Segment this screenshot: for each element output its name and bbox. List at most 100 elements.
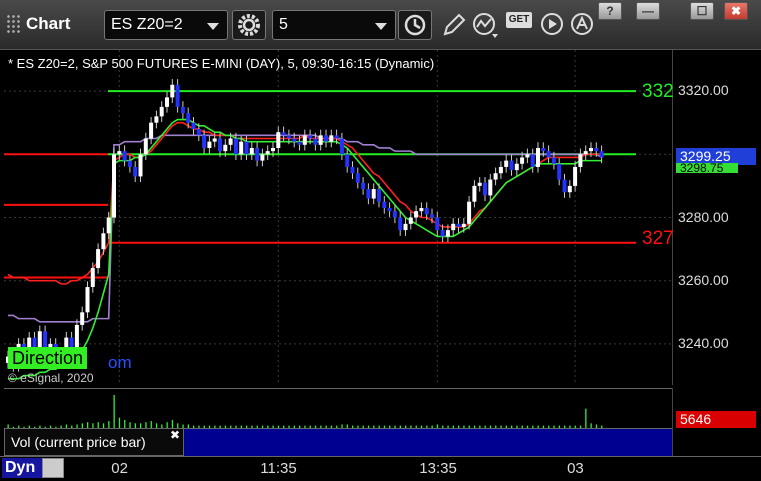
candle-body xyxy=(398,217,403,231)
candle-body xyxy=(165,97,169,107)
candle-body xyxy=(520,157,525,164)
close-button[interactable]: ✖ xyxy=(724,2,748,20)
candle-body xyxy=(472,185,477,202)
candle-body xyxy=(493,173,498,180)
candle-body xyxy=(196,129,201,136)
candle-body xyxy=(313,138,318,145)
direction-suffix-label: om xyxy=(108,353,132,372)
candle-body xyxy=(133,166,138,177)
volume-bar xyxy=(108,421,110,428)
candle-body xyxy=(233,138,238,155)
gear-icon xyxy=(238,14,260,36)
candle-body xyxy=(504,160,509,167)
candle-body xyxy=(292,138,297,142)
candle-body xyxy=(202,135,207,148)
help-button[interactable]: ? xyxy=(598,2,622,20)
candle-body xyxy=(583,151,588,155)
candle-body xyxy=(514,163,519,171)
candle-body xyxy=(117,151,122,155)
candle-body xyxy=(419,208,424,212)
candle-body xyxy=(90,268,95,288)
candle-body xyxy=(567,185,572,193)
candle-body xyxy=(186,113,191,123)
candle-body xyxy=(112,154,116,218)
candle-body xyxy=(154,116,159,123)
pencil-icon[interactable] xyxy=(438,10,468,40)
alert-icon[interactable] xyxy=(568,10,598,40)
chart-title: Chart xyxy=(26,14,71,33)
price-tick-label: 3280.00 xyxy=(678,208,729,225)
candle-body xyxy=(329,135,334,142)
chart-mode-icon[interactable] xyxy=(42,458,64,478)
candle-body xyxy=(557,163,562,180)
candle-body xyxy=(276,132,281,148)
candle-body xyxy=(85,287,90,313)
volume-chart[interactable] xyxy=(4,388,672,428)
candle-body xyxy=(286,135,291,139)
candle-body xyxy=(127,160,132,167)
candle-body xyxy=(435,217,440,231)
candle-body xyxy=(562,179,567,193)
price-tick-label: 3240.00 xyxy=(678,334,729,351)
candle-body xyxy=(260,154,265,161)
restore-button[interactable]: — xyxy=(636,2,660,20)
symbol-value: ES Z20=2 xyxy=(111,16,183,33)
low-level-label: 327 xyxy=(642,228,674,249)
interval-value: 5 xyxy=(279,16,288,33)
close-icon[interactable]: ✖ xyxy=(170,428,180,442)
candle-body xyxy=(180,106,185,114)
candle-body xyxy=(414,211,419,218)
volume-legend[interactable]: Vol (current price bar) xyxy=(4,428,184,456)
clock-icon xyxy=(404,14,426,36)
chevron-down-icon[interactable] xyxy=(375,23,387,30)
candle-body xyxy=(488,179,493,196)
candle-body xyxy=(361,182,366,190)
candle-body xyxy=(350,166,355,174)
candle-body xyxy=(122,151,127,161)
settings-button[interactable] xyxy=(232,10,266,40)
play-icon[interactable] xyxy=(538,10,568,40)
chart-toolbar: Chart ES Z20=2 5 GET ? — ☐ ✖ xyxy=(0,0,761,50)
dynamic-mode-button[interactable]: Dyn xyxy=(2,458,42,478)
candle-body xyxy=(96,249,101,269)
candle-body xyxy=(536,147,540,167)
candle-body xyxy=(175,84,180,107)
time-button[interactable] xyxy=(398,10,432,40)
candle-body xyxy=(430,214,434,218)
price-chart[interactable] xyxy=(4,50,672,385)
price-tick-label: 3260.00 xyxy=(678,271,729,288)
candle-body xyxy=(573,166,578,186)
grip-icon[interactable] xyxy=(6,14,22,34)
candle-body xyxy=(223,144,228,152)
high-level-label: 332 xyxy=(642,81,674,102)
candle-body xyxy=(477,182,482,186)
get-data-button[interactable]: GET xyxy=(506,12,532,28)
candle-body xyxy=(445,230,450,237)
candle-body xyxy=(170,84,175,98)
candle-body xyxy=(551,157,556,164)
interval-input[interactable]: 5 xyxy=(272,10,396,40)
direction-label[interactable]: Direction xyxy=(8,347,88,369)
candle-body xyxy=(382,201,387,209)
candle-body xyxy=(249,147,254,155)
candle-body xyxy=(265,151,270,155)
volume-bar xyxy=(113,395,115,428)
study-icon[interactable] xyxy=(470,10,500,40)
candle-body xyxy=(387,208,392,212)
volume-bar xyxy=(124,419,126,428)
candle-body xyxy=(191,122,196,130)
time-tick-label: 03 xyxy=(567,460,584,477)
candle-body xyxy=(467,201,472,224)
candle-body xyxy=(345,154,350,167)
moving-average-price-tag: 3298.75 xyxy=(676,163,738,173)
symbol-input[interactable]: ES Z20=2 xyxy=(104,10,228,40)
candle-body xyxy=(207,141,212,148)
candle-body xyxy=(297,141,302,145)
candle-body xyxy=(159,106,164,117)
volume-value-tag: 5646 xyxy=(676,411,756,428)
maximize-button[interactable]: ☐ xyxy=(690,2,714,20)
candle-body xyxy=(594,147,599,152)
candle-body xyxy=(498,166,503,174)
candle-body xyxy=(509,160,514,171)
chevron-down-icon[interactable] xyxy=(207,23,219,30)
